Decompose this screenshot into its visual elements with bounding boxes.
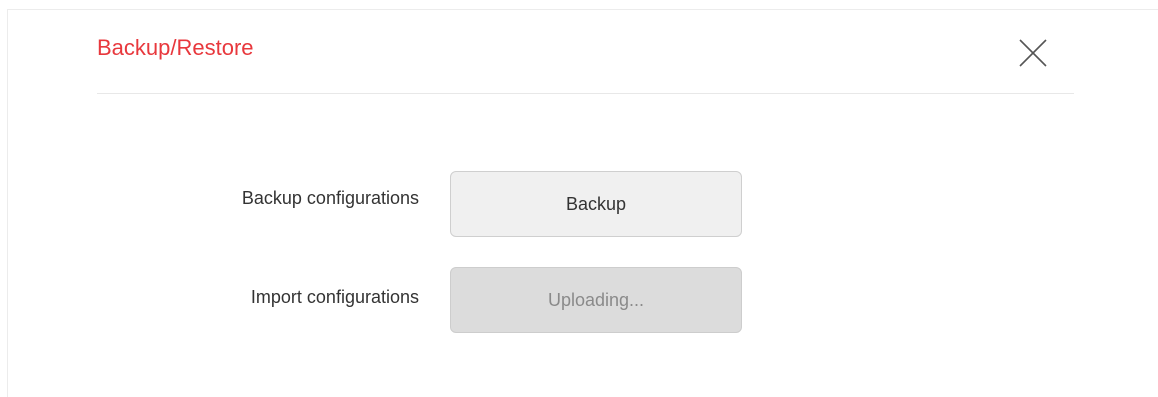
close-button[interactable] xyxy=(1016,36,1050,70)
backup-restore-dialog: Backup/Restore Backup configurations Bac… xyxy=(7,9,1158,397)
backup-configurations-label: Backup configurations xyxy=(241,188,419,208)
backup-button[interactable]: Backup xyxy=(450,171,742,237)
header-divider xyxy=(97,93,1074,94)
dialog-title: Backup/Restore xyxy=(97,35,254,60)
close-icon xyxy=(1019,39,1047,67)
import-uploading-button[interactable]: Uploading... xyxy=(450,267,742,333)
import-configurations-label: Import configurations xyxy=(250,287,419,307)
